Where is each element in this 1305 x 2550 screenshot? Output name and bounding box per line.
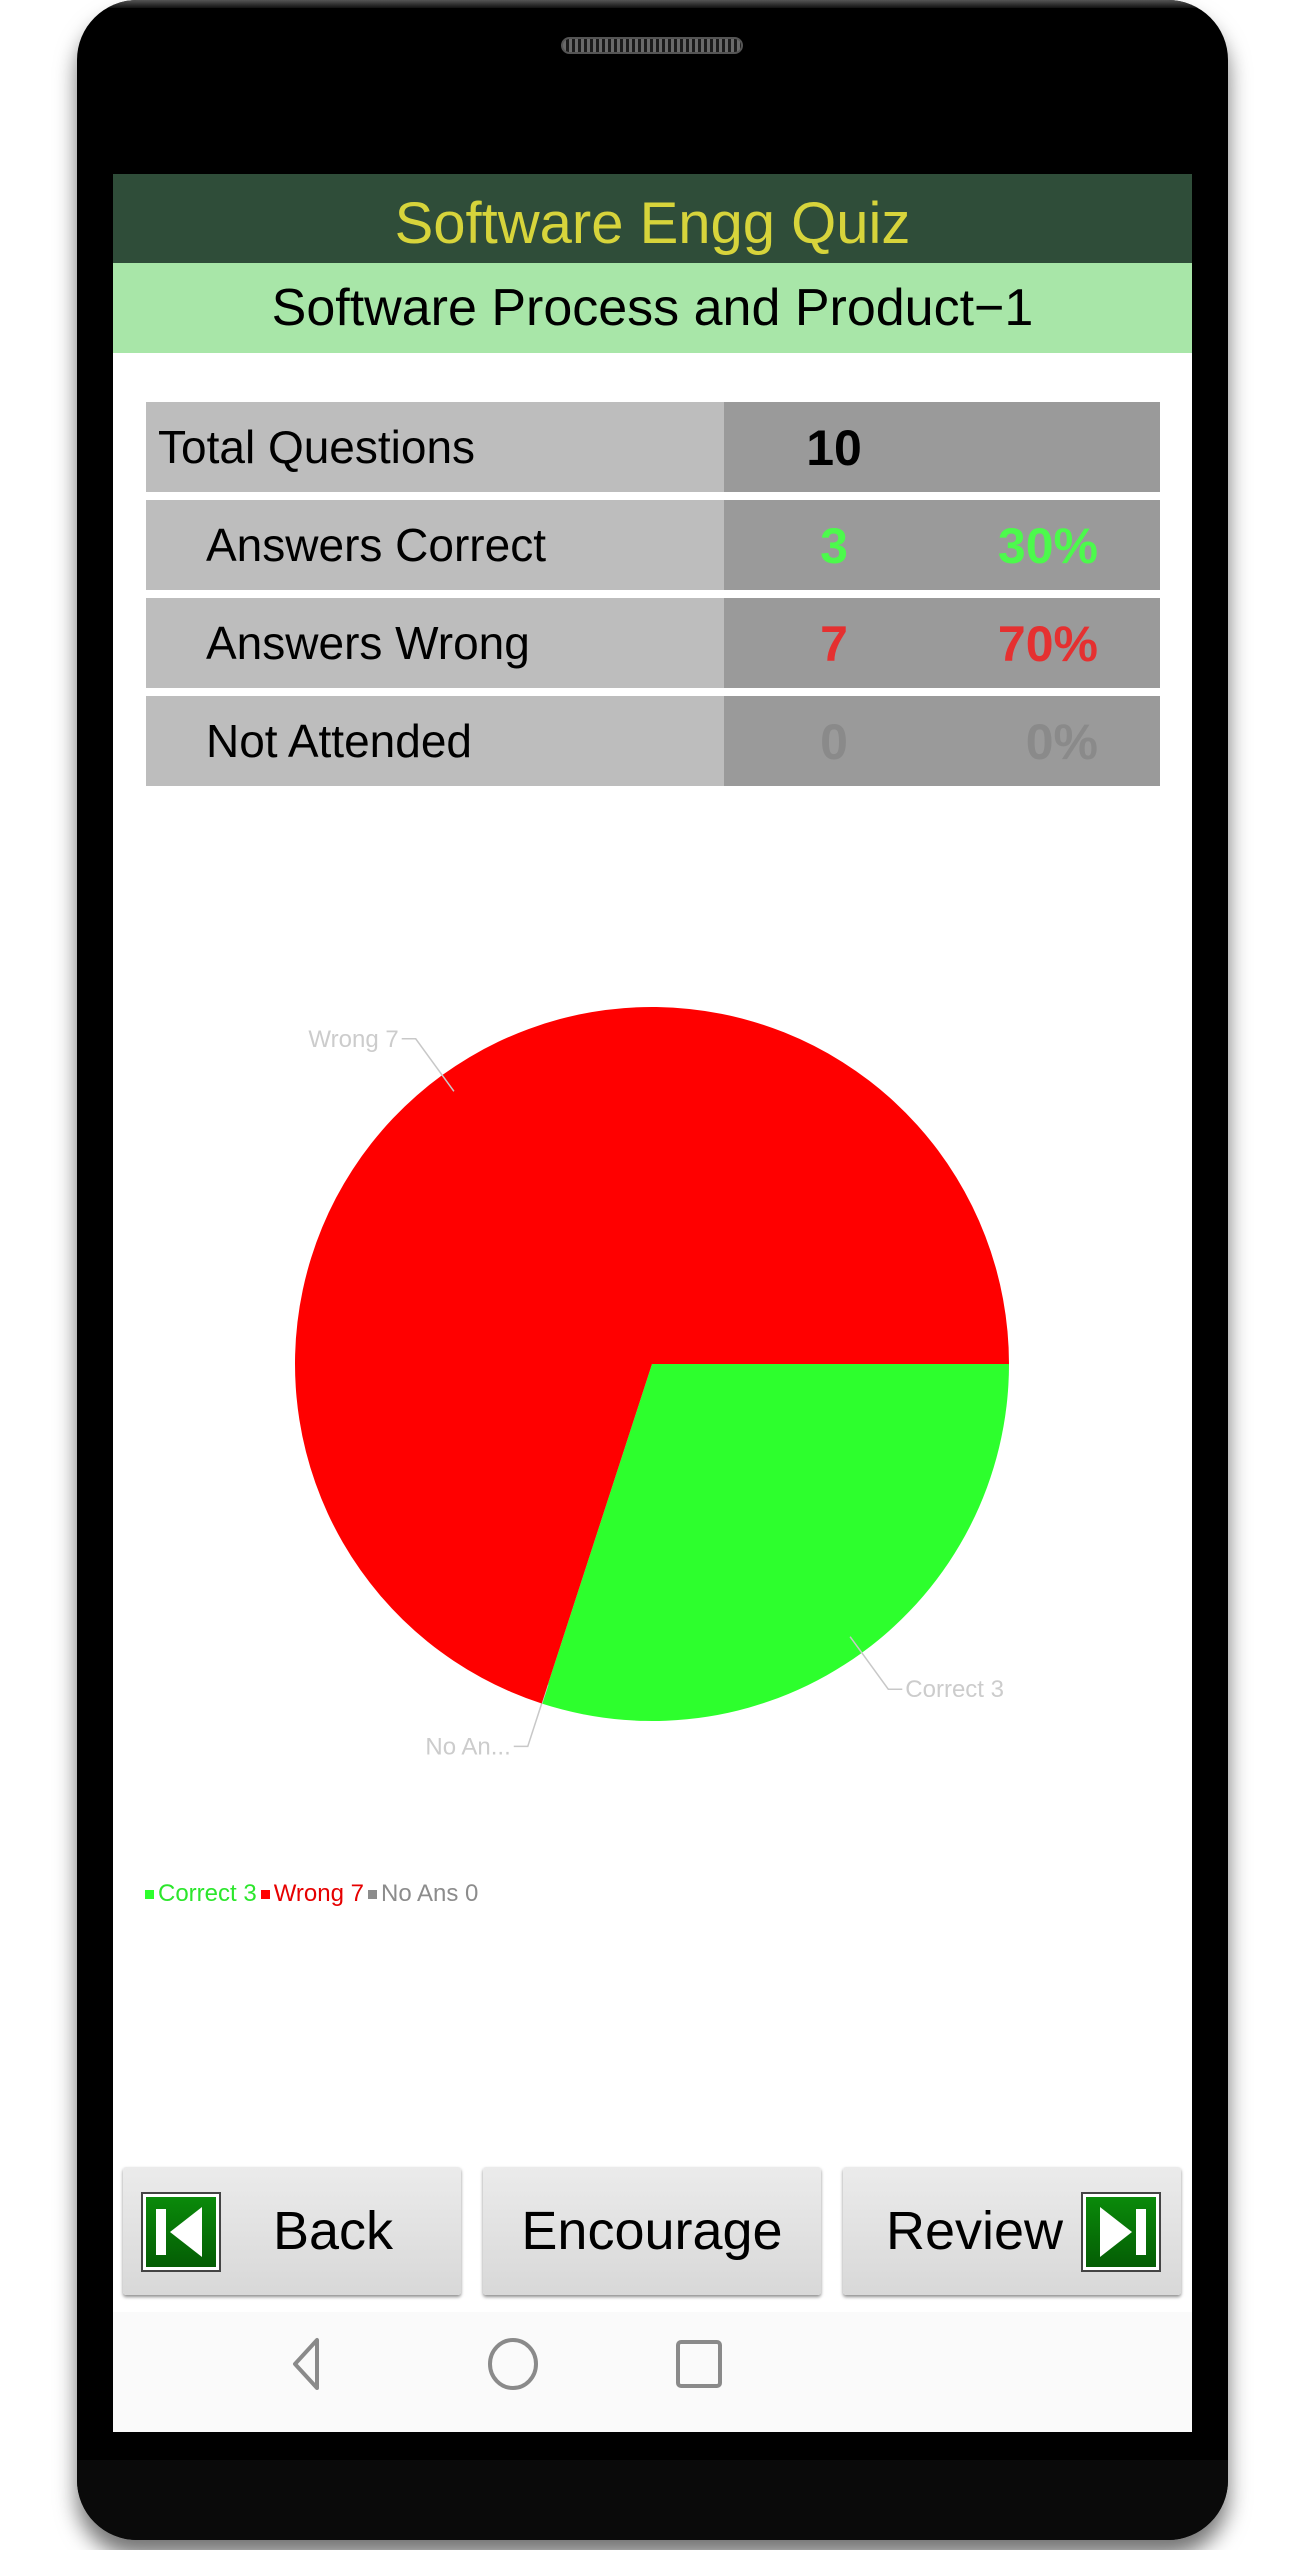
stats-label: Answers Wrong (146, 598, 724, 688)
chart-legend: Correct 3 Wrong 7 No Ans 0 (141, 1880, 478, 1908)
pie-label: Wrong 7 (308, 1026, 398, 1053)
screen: Software Engg Quiz Software Process and … (113, 174, 1192, 2432)
system-nav-bar (113, 2312, 1192, 2432)
skip-back-icon (141, 2192, 221, 2272)
stats-count: 3 (820, 518, 848, 574)
stats-table: Total Questions 10 Answers Correct 3 30%… (146, 402, 1160, 794)
legend-label: Wrong 7 (273, 1880, 364, 1907)
stats-values: 0 0% (724, 696, 1160, 786)
stats-row-correct: Answers Correct 3 30% (146, 500, 1160, 590)
review-label: Review (886, 2201, 1064, 2261)
nav-home-icon[interactable] (488, 2338, 538, 2390)
legend-swatch (145, 1889, 154, 1899)
pie-label: Correct 3 (905, 1676, 1004, 1703)
quiz-subtitle: Software Process and Product−1 (113, 263, 1192, 353)
stats-row-not-attended: Not Attended 0 0% (146, 696, 1160, 786)
stats-values: 10 (724, 402, 1160, 492)
stats-count: 0 (820, 714, 848, 770)
stats-values: 7 70% (724, 598, 1160, 688)
stats-row-total: Total Questions 10 (146, 402, 1160, 492)
nav-back-icon[interactable] (293, 2338, 319, 2390)
encourage-label: Encourage (521, 2201, 783, 2261)
stats-row-wrong: Answers Wrong 7 70% (146, 598, 1160, 688)
stats-label: Total Questions (146, 402, 724, 492)
skip-forward-icon (1081, 2192, 1161, 2272)
result-pie-chart: Correct 3 No An... Wrong 7 (295, 1007, 1010, 1760)
back-button[interactable]: Back (123, 2167, 461, 2295)
back-label: Back (273, 2201, 394, 2261)
phone-chin (77, 2460, 1228, 2540)
stats-values: 3 30% (724, 500, 1160, 590)
phone-top-edge (77, 0, 1228, 8)
stats-percent: 30% (997, 518, 1098, 574)
stats-percent: 0% (1025, 714, 1098, 770)
phone-frame: Software Engg Quiz Software Process and … (77, 0, 1228, 2540)
legend-label: Correct 3 (158, 1880, 257, 1907)
speaker-grille (561, 37, 743, 54)
encourage-button[interactable]: Encourage (483, 2167, 821, 2295)
stats-label: Not Attended (146, 696, 724, 786)
nav-recents-icon[interactable] (676, 2340, 722, 2388)
stats-percent: 70% (997, 616, 1098, 672)
pie-label: No An... (425, 1733, 510, 1760)
legend-swatch (260, 1889, 270, 1899)
legend-label: No Ans 0 (380, 1880, 479, 1907)
review-button[interactable]: Review (843, 2167, 1181, 2295)
button-bar: Back Encourage Review (113, 2164, 1192, 2300)
stats-count: 10 (806, 420, 862, 476)
legend-swatch (367, 1889, 377, 1899)
app-title: Software Engg Quiz (113, 174, 1192, 263)
stats-label: Answers Correct (146, 500, 724, 590)
stats-count: 7 (820, 616, 848, 672)
